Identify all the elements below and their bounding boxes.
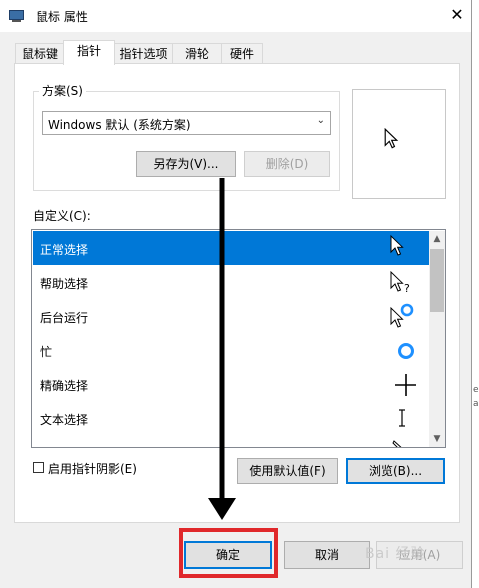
tab-pointers[interactable]: 指针	[63, 40, 115, 65]
edge-letter: a	[473, 399, 479, 409]
edge-letter: e	[473, 385, 479, 395]
offscreen-edge-text: e a	[473, 383, 479, 411]
annotation-arrow	[208, 178, 236, 520]
annotation-highlight-box	[179, 528, 278, 578]
baidu-watermark: Bai 经验	[365, 546, 426, 562]
